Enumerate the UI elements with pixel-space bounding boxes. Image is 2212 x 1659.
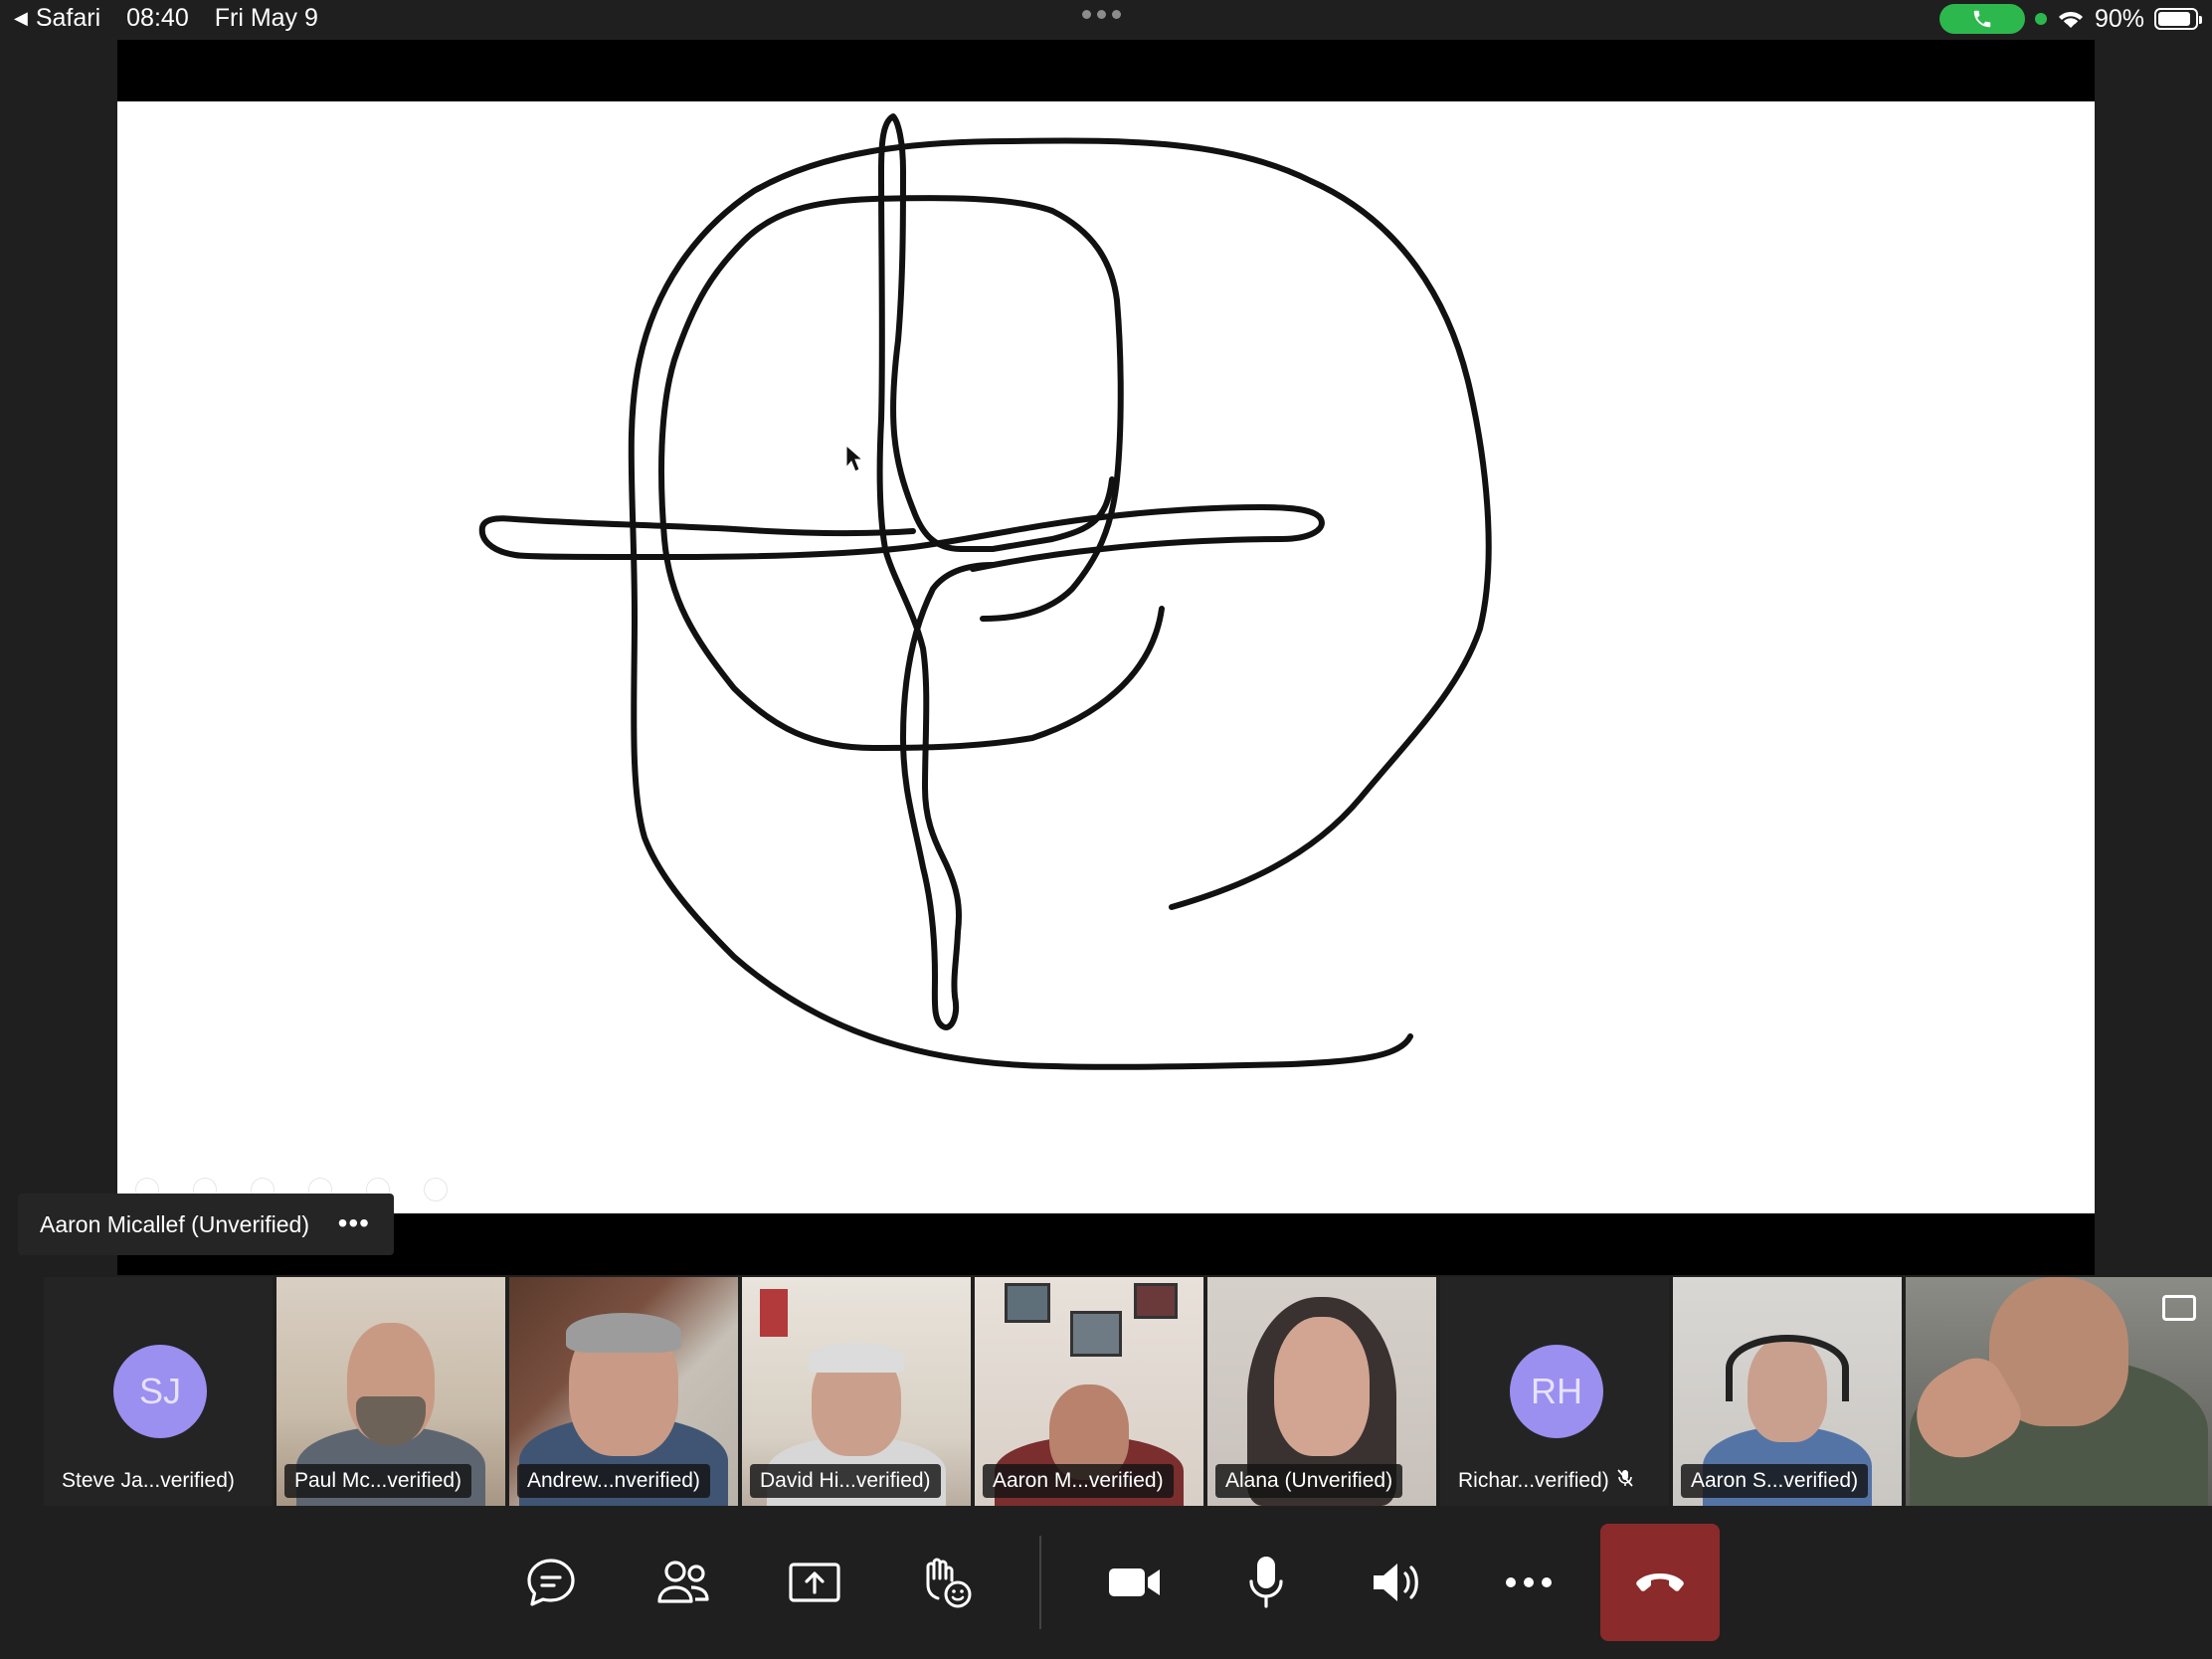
participant-tile[interactable]: RH Richar...verified): [1440, 1277, 1669, 1506]
participant-tile[interactable]: David Hi...verified): [742, 1277, 971, 1506]
participant-name-row: Richar...verified): [1448, 1464, 1643, 1498]
share-button[interactable]: [770, 1538, 859, 1627]
people-button[interactable]: [639, 1538, 728, 1627]
participants-strip: SJ Steve Ja...verified) Paul Mc...verifi…: [44, 1277, 2212, 1506]
whiteboard-drawing: [478, 113, 1492, 1070]
participant-tile[interactable]: Alana (Unverified): [1207, 1277, 1436, 1506]
participant-name: Richar...verified): [1458, 1469, 1609, 1492]
participant-name: Steve Ja...verified): [62, 1469, 235, 1492]
more-button[interactable]: [1484, 1538, 1573, 1627]
participant-tile[interactable]: Aaron M...verified): [975, 1277, 1203, 1506]
participant-tile[interactable]: SJ Steve Ja...verified): [44, 1277, 273, 1506]
hang-up-button[interactable]: [1600, 1524, 1720, 1641]
switch-camera-icon[interactable]: [2162, 1295, 2196, 1321]
share-screen-icon: [789, 1563, 840, 1602]
participant-name: Aaron S...verified): [1681, 1464, 1869, 1498]
toolbar-divider: [1039, 1536, 1041, 1629]
speaker-icon: [1374, 1564, 1418, 1601]
mic-in-use-indicator: [2034, 13, 2047, 25]
participant-tile[interactable]: Andrew...nverified): [509, 1277, 738, 1506]
people-icon: [657, 1561, 709, 1603]
participant-name: Andrew...nverified): [517, 1464, 710, 1498]
phone-icon: [1973, 10, 1991, 28]
presenter-name: Aaron Micallef (Unverified): [40, 1210, 309, 1237]
back-arrow-icon[interactable]: ◀: [14, 8, 28, 29]
multitasking-dots-icon[interactable]: [1082, 10, 1121, 19]
chat-button[interactable]: [506, 1538, 596, 1627]
raise-hand-icon: [926, 1558, 972, 1608]
microphone-button[interactable]: [1221, 1538, 1311, 1627]
hang-up-icon: [1636, 1573, 1684, 1591]
whiteboard-canvas[interactable]: [117, 101, 2095, 1213]
status-time: 08:40: [126, 4, 189, 32]
presenter-label[interactable]: Aaron Micallef (Unverified) •••: [18, 1194, 394, 1255]
participant-name: Paul Mc...verified): [284, 1464, 472, 1498]
battery-percent: 90%: [2094, 4, 2144, 33]
microphone-icon: [1249, 1557, 1283, 1608]
status-bar: ◀ Safari 08:40 Fri May 9 90%: [0, 0, 2212, 40]
active-call-pill[interactable]: [1938, 4, 2025, 34]
participant-name: David Hi...verified): [750, 1464, 941, 1498]
presenter-more-icon[interactable]: •••: [338, 1207, 370, 1239]
participant-tile[interactable]: Paul Mc...verified): [276, 1277, 505, 1506]
mic-muted-icon: [1617, 1464, 1633, 1498]
participant-name: Aaron M...verified): [983, 1464, 1174, 1498]
speaker-button[interactable]: [1353, 1538, 1442, 1627]
battery-icon: [2154, 8, 2202, 30]
participant-name: Alana (Unverified): [1215, 1464, 1403, 1498]
wifi-icon: [2058, 12, 2083, 28]
avatar: RH: [1510, 1345, 1603, 1438]
pointer-cursor-icon: [845, 444, 864, 472]
avatar: SJ: [113, 1345, 207, 1438]
video-camera-icon: [1109, 1568, 1160, 1596]
status-date: Fri May 9: [214, 4, 318, 32]
reactions-button[interactable]: [901, 1538, 991, 1627]
back-app-label[interactable]: Safari: [36, 4, 100, 33]
camera-button[interactable]: [1090, 1538, 1180, 1627]
self-video-tile[interactable]: [1906, 1277, 2212, 1506]
more-icon: [1506, 1577, 1552, 1587]
participant-tile[interactable]: Aaron S...verified): [1673, 1277, 1902, 1506]
chat-icon: [527, 1559, 575, 1606]
meeting-toolbar: [0, 1508, 2212, 1659]
